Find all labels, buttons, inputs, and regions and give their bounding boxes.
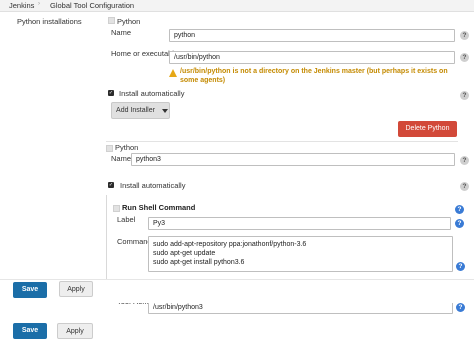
help-icon[interactable]: ? <box>460 31 469 40</box>
delete-python-button[interactable]: Delete Python <box>398 121 457 137</box>
help-icon[interactable]: ? <box>460 182 469 191</box>
python-1-home-warning: /usr/bin/python is not a directory on th… <box>180 68 448 84</box>
run-shell-command-title: Run Shell Command <box>122 203 196 212</box>
help-icon[interactable]: ? <box>460 91 469 100</box>
installer-command-label: Command <box>117 237 152 246</box>
help-icon[interactable]: ? <box>456 303 465 312</box>
breadcrumb-separator: › <box>38 1 40 7</box>
apply-button[interactable]: Apply <box>57 323 93 339</box>
save-button[interactable]: Save <box>13 323 47 339</box>
warning-icon <box>169 69 177 77</box>
chevron-down-icon <box>162 109 168 113</box>
python-1-home-input[interactable]: /usr/bin/python <box>169 51 455 64</box>
breadcrumb: Jenkins › Global Tool Configuration <box>0 0 474 12</box>
drag-handle-icon[interactable] <box>106 145 113 152</box>
python-2-name-label: Name <box>111 154 132 163</box>
help-icon[interactable]: ? <box>455 205 464 214</box>
help-icon[interactable]: ? <box>460 53 469 62</box>
python-1-name-label: Name <box>111 28 132 37</box>
python-2-header: Python <box>115 143 139 152</box>
python-2-install-auto-checkbox[interactable]: ✓ <box>108 182 114 188</box>
installer-command-textarea[interactable]: sudo add-apt-repository ppa:jonathonf/py… <box>148 236 453 272</box>
python-1-install-auto-label: Install automatically <box>119 89 185 98</box>
drag-handle-icon[interactable] <box>113 205 120 212</box>
python-1-header: Python <box>117 17 141 26</box>
drag-handle-icon[interactable] <box>108 17 115 24</box>
help-icon[interactable]: ? <box>460 156 469 165</box>
python-2-install-auto-label: Install automatically <box>120 181 186 190</box>
installer-label-input[interactable]: Py3 <box>148 217 451 230</box>
add-installer-label: Add Installer <box>116 107 155 114</box>
breadcrumb-global-tool-configuration[interactable]: Global Tool Configuration <box>50 1 134 10</box>
apply-button[interactable]: Apply <box>59 281 93 297</box>
help-icon[interactable]: ? <box>455 219 464 228</box>
installer-label-label: Label <box>117 215 136 224</box>
python-1-name-input[interactable]: python <box>169 29 455 42</box>
save-button[interactable]: Save <box>13 282 47 298</box>
divider <box>106 141 458 142</box>
python-installations-label: Python installations <box>17 17 82 26</box>
python-1-install-auto-checkbox[interactable]: ✓ <box>108 90 114 96</box>
python-2-name-input[interactable]: python3 <box>131 153 455 166</box>
help-icon[interactable]: ? <box>456 262 465 271</box>
breadcrumb-jenkins[interactable]: Jenkins <box>9 1 34 10</box>
